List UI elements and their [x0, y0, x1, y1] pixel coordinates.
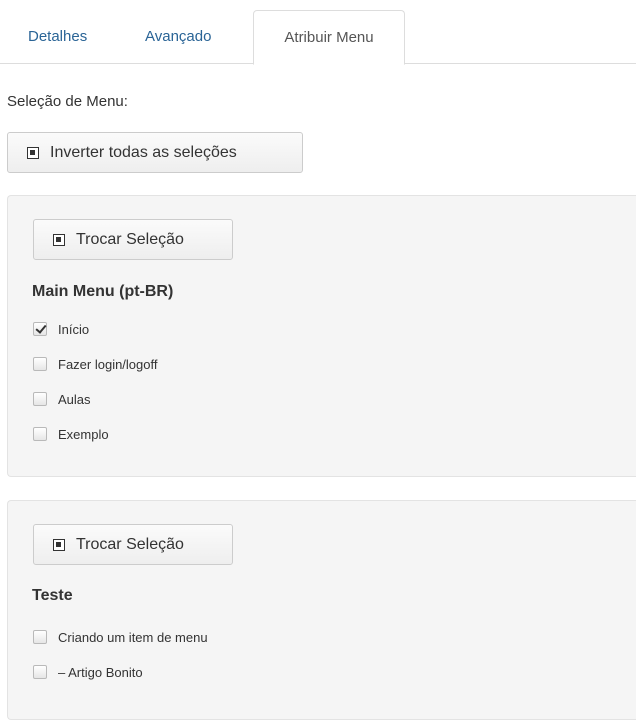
- tab-atribuir-menu[interactable]: Atribuir Menu: [253, 10, 405, 65]
- toggle-selection-label: Trocar Seleção: [76, 230, 184, 248]
- invert-all-selections-label: Inverter todas as seleções: [50, 143, 237, 161]
- square-check-icon: [53, 538, 65, 551]
- checkbox-icon[interactable]: [33, 322, 47, 336]
- checkbox-icon[interactable]: [33, 357, 47, 371]
- menu-item-checkbox-aulas[interactable]: Aulas: [33, 390, 91, 408]
- menu-group-teste: Trocar Seleção Teste Criando um item de …: [7, 500, 636, 720]
- tab-bar: Detalhes Avançado Atribuir Menu: [0, 10, 636, 65]
- tab-detalhes[interactable]: Detalhes: [14, 10, 101, 64]
- menu-group-title: Teste: [32, 587, 73, 604]
- menu-item-checkbox-criando[interactable]: Criando um item de menu: [33, 628, 208, 646]
- square-check-icon: [27, 146, 39, 159]
- menu-item-checkbox-login[interactable]: Fazer login/logoff: [33, 355, 158, 373]
- checkbox-icon[interactable]: [33, 427, 47, 441]
- menu-item-label: Início: [58, 321, 90, 337]
- menu-item-label: Aulas: [58, 391, 91, 407]
- checkbox-icon[interactable]: [33, 665, 47, 679]
- invert-all-selections-button[interactable]: Inverter todas as seleções: [7, 132, 303, 173]
- menu-item-checkbox-inicio[interactable]: Início: [33, 320, 89, 338]
- checkbox-icon[interactable]: [33, 392, 47, 406]
- menu-selection-label: Seleção de Menu:: [7, 93, 128, 110]
- tab-avancado[interactable]: Avançado: [131, 10, 225, 64]
- menu-item-label: Criando um item de menu: [58, 629, 208, 645]
- toggle-selection-button[interactable]: Trocar Seleção: [33, 524, 233, 565]
- menu-item-label: Fazer login/logoff: [58, 356, 158, 372]
- menu-item-label: Exemplo: [58, 426, 109, 442]
- toggle-selection-label: Trocar Seleção: [76, 535, 184, 553]
- toggle-selection-button[interactable]: Trocar Seleção: [33, 219, 233, 260]
- menu-item-checkbox-artigo-bonito[interactable]: – Artigo Bonito: [33, 663, 143, 681]
- menu-group-title: Main Menu (pt-BR): [32, 283, 174, 300]
- checkbox-icon[interactable]: [33, 630, 47, 644]
- square-check-icon: [53, 233, 65, 246]
- menu-item-checkbox-exemplo[interactable]: Exemplo: [33, 425, 109, 443]
- menu-group-main-menu: Trocar Seleção Main Menu (pt-BR) Início …: [7, 195, 636, 477]
- menu-item-label: – Artigo Bonito: [58, 664, 143, 680]
